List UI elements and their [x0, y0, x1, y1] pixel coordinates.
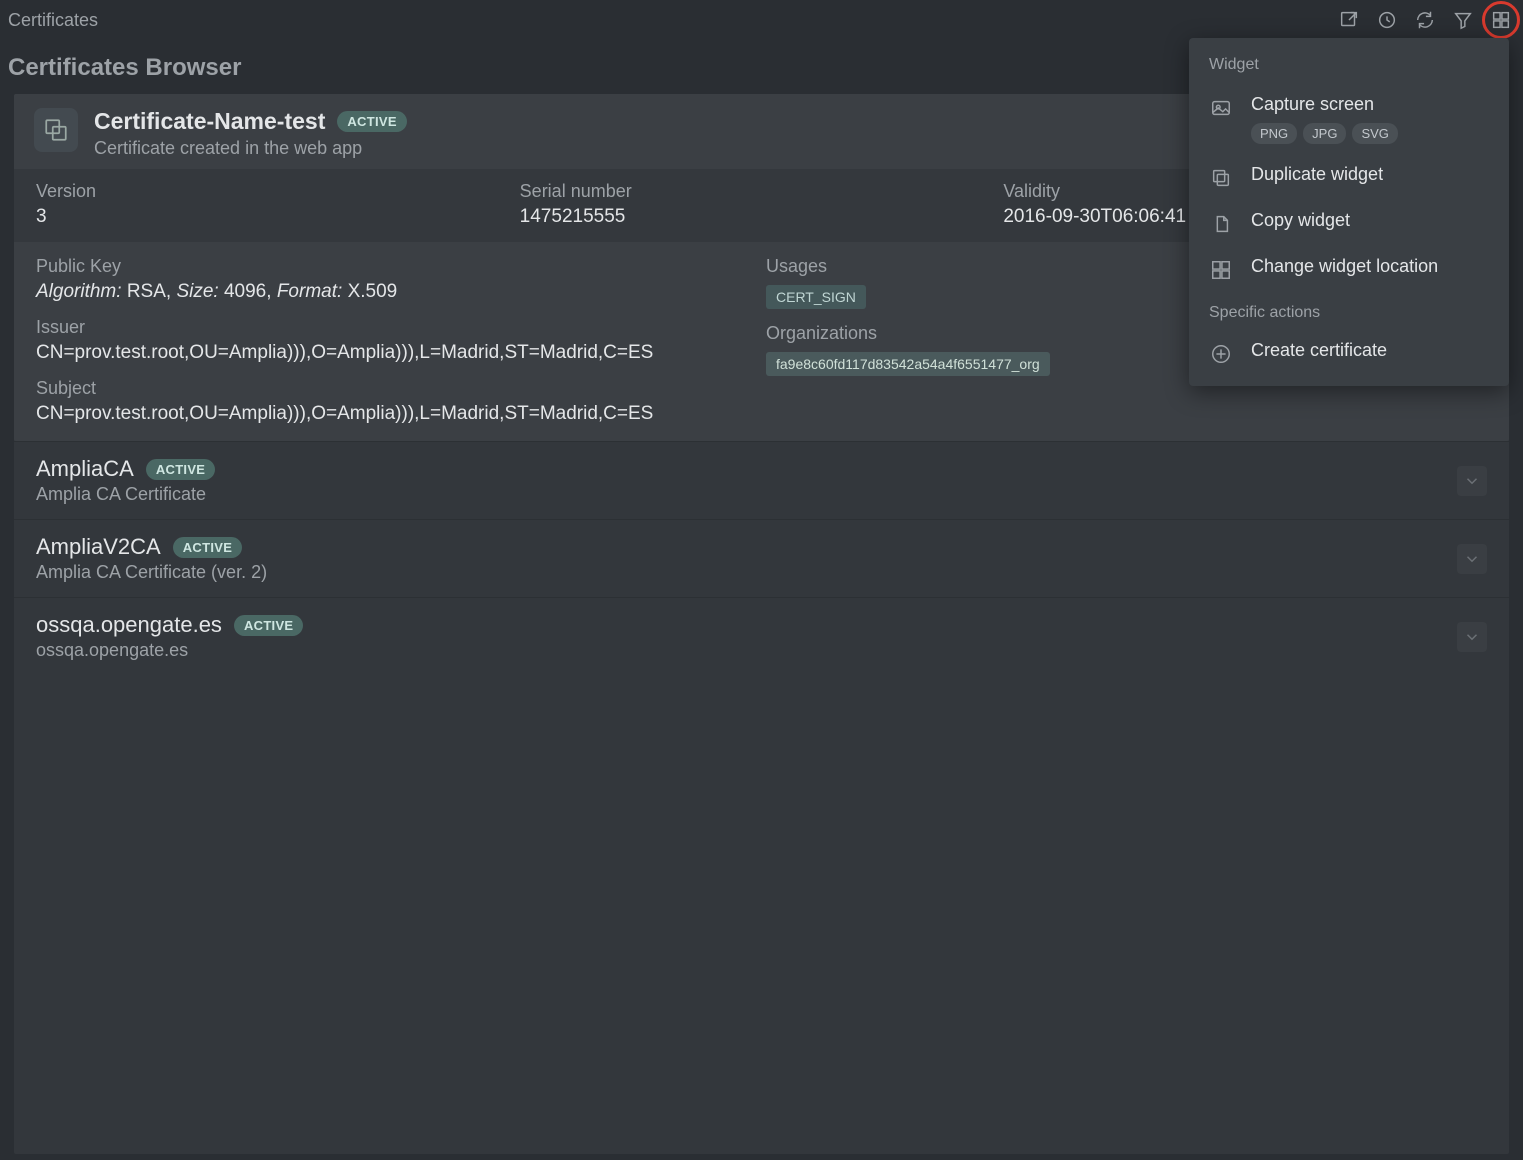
pubkey-format-label: Format:: [277, 281, 342, 302]
pubkey-alg-label: Algorithm:: [36, 281, 122, 302]
menu-label: Change widget location: [1251, 256, 1489, 277]
chevron-down-icon[interactable]: [1457, 622, 1487, 652]
subject-value: CN=prov.test.root,OU=Amplia))),O=Amplia)…: [36, 403, 766, 425]
refresh-icon[interactable]: [1411, 6, 1439, 34]
duplicate-icon: [1209, 166, 1233, 190]
clock-icon[interactable]: [1373, 6, 1401, 34]
menu-item-create-certificate[interactable]: Create certificate: [1189, 330, 1509, 376]
status-badge: ACTIVE: [234, 615, 303, 636]
menu-label: Create certificate: [1251, 340, 1489, 361]
issuer-label: Issuer: [36, 317, 766, 338]
issuer-value: CN=prov.test.root,OU=Amplia))),O=Amplia)…: [36, 342, 766, 364]
serial-value: 1475215555: [520, 206, 1004, 228]
row-title: AmpliaV2CA: [36, 534, 161, 560]
subject-label: Subject: [36, 378, 766, 399]
publickey-value: Algorithm: RSA, Size: 4096, Format: X.50…: [36, 281, 766, 303]
status-badge: ACTIVE: [337, 111, 406, 132]
certificate-row[interactable]: ossqa.opengate.es ACTIVE ossqa.opengate.…: [14, 597, 1509, 675]
export-icon[interactable]: [1335, 6, 1363, 34]
usage-tag: CERT_SIGN: [766, 285, 866, 309]
row-subtitle: ossqa.opengate.es: [36, 640, 303, 661]
menu-label: Duplicate widget: [1251, 164, 1489, 185]
filter-icon[interactable]: [1449, 6, 1477, 34]
image-icon: [1209, 96, 1233, 120]
widget-menu-icon[interactable]: [1487, 6, 1515, 34]
page-header-title: Certificates: [8, 10, 98, 31]
menu-section-widget: Widget: [1189, 50, 1509, 84]
menu-label: Copy widget: [1251, 210, 1489, 231]
serial-label: Serial number: [520, 181, 1004, 202]
status-badge: ACTIVE: [146, 459, 215, 480]
version-value: 3: [36, 206, 520, 228]
topbar-actions: [1335, 6, 1515, 34]
row-title: AmpliaCA: [36, 456, 134, 482]
organization-tag: fa9e8c60fd117d83542a54a4f6551477_org: [766, 352, 1050, 376]
chevron-down-icon[interactable]: [1457, 466, 1487, 496]
status-badge: ACTIVE: [173, 537, 242, 558]
pubkey-size: 4096: [224, 281, 266, 302]
menu-item-duplicate-widget[interactable]: Duplicate widget: [1189, 154, 1509, 200]
chevron-down-icon[interactable]: [1457, 544, 1487, 574]
row-subtitle: Amplia CA Certificate: [36, 484, 215, 505]
certificate-row[interactable]: AmpliaCA ACTIVE Amplia CA Certificate: [14, 441, 1509, 519]
pubkey-format: X.509: [348, 281, 398, 302]
plus-circle-icon: [1209, 342, 1233, 366]
menu-label: Capture screen: [1251, 94, 1489, 115]
version-label: Version: [36, 181, 520, 202]
pubkey-size-label: Size:: [176, 281, 218, 302]
format-pill-svg[interactable]: SVG: [1352, 123, 1397, 144]
move-icon: [1209, 258, 1233, 282]
copy-icon: [1209, 212, 1233, 236]
format-pill-jpg[interactable]: JPG: [1303, 123, 1346, 144]
certificate-name: Certificate-Name-test: [94, 108, 325, 135]
menu-item-change-location[interactable]: Change widget location: [1189, 246, 1509, 292]
row-title: ossqa.opengate.es: [36, 612, 222, 638]
publickey-label: Public Key: [36, 256, 766, 277]
widget-menu: Widget Capture screen PNG JPG SVG Duplic…: [1189, 38, 1509, 386]
menu-section-specific: Specific actions: [1189, 292, 1509, 330]
menu-item-copy-widget[interactable]: Copy widget: [1189, 200, 1509, 246]
topbar: Certificates: [0, 0, 1523, 40]
row-subtitle: Amplia CA Certificate (ver. 2): [36, 562, 267, 583]
pubkey-alg: RSA: [127, 281, 166, 302]
certificate-row[interactable]: AmpliaV2CA ACTIVE Amplia CA Certificate …: [14, 519, 1509, 597]
menu-item-capture-screen[interactable]: Capture screen PNG JPG SVG: [1189, 84, 1509, 154]
certificate-icon: [34, 108, 78, 152]
format-pill-png[interactable]: PNG: [1251, 123, 1297, 144]
